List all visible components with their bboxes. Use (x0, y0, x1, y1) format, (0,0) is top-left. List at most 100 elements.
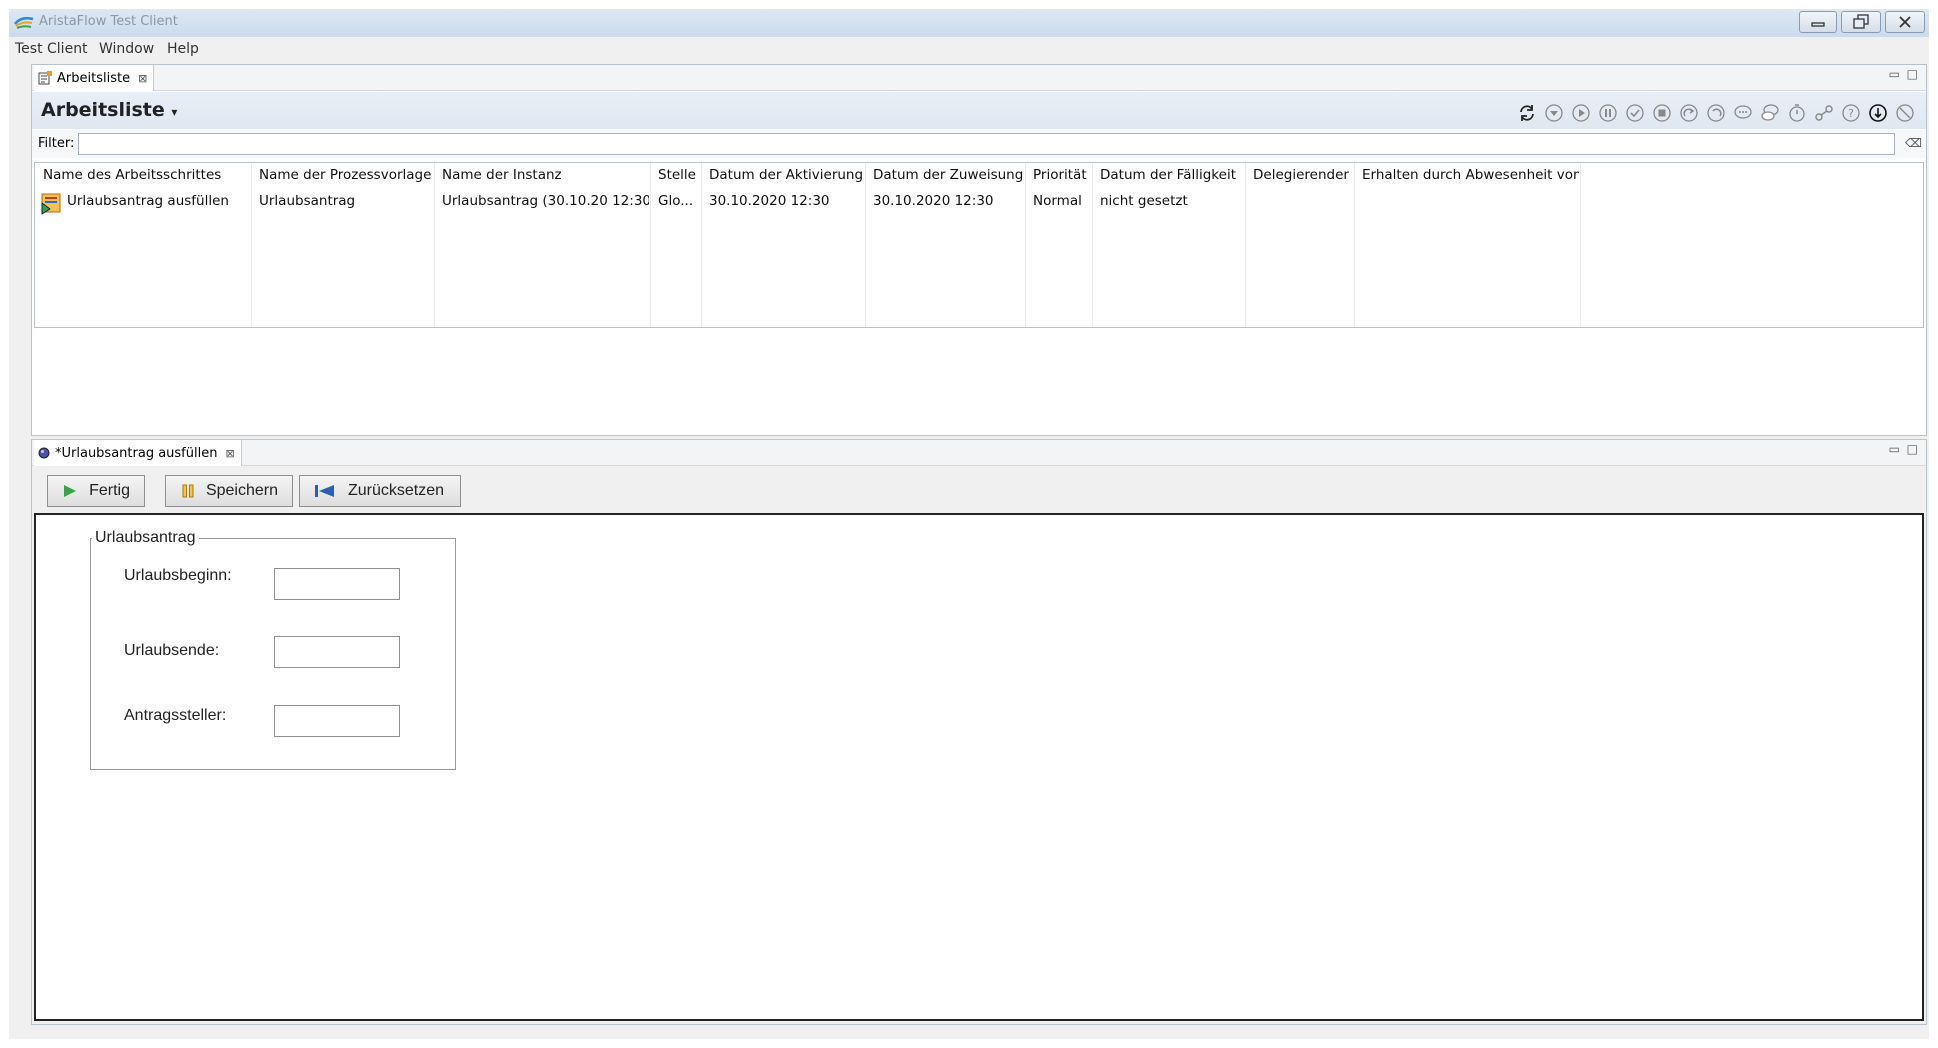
svg-text:?: ? (1848, 107, 1854, 120)
play-circle-icon[interactable] (1570, 102, 1592, 124)
app-window: AristaFlow Test Client Test Client Windo… (9, 9, 1929, 1039)
start-date-field[interactable] (274, 568, 400, 600)
tab-arbeitsliste-label: Arbeitsliste (57, 70, 131, 86)
pause-circle-icon[interactable] (1597, 102, 1619, 124)
column-header[interactable]: Name des Arbeitsschrittes (38, 167, 250, 191)
comment-icon[interactable] (1732, 102, 1754, 124)
redo-circle-icon[interactable] (1678, 102, 1700, 124)
done-button[interactable]: Fertig (47, 475, 145, 507)
cell-position: Glo... (658, 193, 694, 209)
reset-button-label: Zurücksetzen (348, 482, 445, 499)
task-activity-icon (41, 193, 61, 215)
worklist-title[interactable]: Arbeitsliste ▾ (41, 99, 177, 121)
worklist-view: Arbeitsliste ⊠ ▭ □ Arbeitsliste ▾ ? Filt… (31, 64, 1927, 436)
column-divider (1092, 163, 1093, 327)
tab-close-icon[interactable]: ⊠ (225, 447, 234, 460)
stop-circle-icon[interactable] (1651, 102, 1673, 124)
save-button-label: Speichern (205, 482, 278, 499)
worklist-tabbar: Arbeitsliste ⊠ ▭ □ (32, 65, 1926, 91)
column-divider (701, 163, 702, 327)
form-tab-icon (38, 447, 50, 459)
table-row[interactable]: Urlaubsantrag ausfüllen Urlaubsantrag Ur… (35, 191, 1580, 215)
column-header[interactable]: Delegierender (1248, 167, 1354, 191)
cell-assignment-date: 30.10.2020 12:30 (873, 193, 994, 209)
menu-help[interactable]: Help (167, 41, 199, 57)
task-form-view: *Urlaubsantrag ausfüllen ⊠ ▭ □ Fertig Sp… (31, 439, 1927, 1025)
label-applicant: Antragssteller: (124, 707, 227, 724)
restore-icon (1853, 14, 1869, 29)
column-divider (1245, 163, 1246, 327)
column-header[interactable]: Datum der Aktivierung (704, 167, 864, 191)
column-header[interactable]: Datum der Zuweisung (868, 167, 1025, 191)
column-divider (434, 163, 435, 327)
close-icon (1899, 16, 1911, 28)
column-header[interactable]: Name der Instanz (437, 167, 649, 191)
form-area: Urlaubsantrag Urlaubsbeginn: Urlaubsende… (34, 513, 1924, 1021)
column-divider (1025, 163, 1026, 327)
group-title: Urlaubsantrag (92, 529, 199, 547)
title-bar: AristaFlow Test Client (9, 9, 1929, 37)
minimize-button[interactable] (1799, 11, 1837, 33)
worklist-table: Name des Arbeitsschrittes Name der Proze… (34, 162, 1924, 328)
cancel-circle-icon[interactable] (1894, 102, 1916, 124)
filter-label: Filter: (38, 136, 75, 151)
check-circle-icon[interactable] (1624, 102, 1646, 124)
reset-button[interactable]: Zurücksetzen (299, 475, 461, 507)
pause-icon (182, 484, 194, 498)
label-start-date: Urlaubsbeginn: (124, 567, 232, 584)
info-down-icon[interactable] (1867, 102, 1889, 124)
menu-bar: Test Client Window Help (9, 39, 1929, 61)
view-minimize-icon[interactable]: ▭ (1889, 442, 1900, 456)
rewind-icon (315, 485, 334, 497)
menu-window[interactable]: Window (99, 41, 154, 57)
play-icon (64, 485, 76, 497)
done-button-label: Fertig (89, 482, 130, 499)
download-circle-icon[interactable] (1543, 102, 1565, 124)
view-maximize-icon[interactable]: □ (1907, 442, 1918, 456)
window-title: AristaFlow Test Client (39, 14, 178, 29)
column-header[interactable]: Priorität (1028, 167, 1092, 191)
worklist-tab-icon (38, 71, 52, 85)
cell-due-date: nicht gesetzt (1100, 193, 1188, 209)
menu-test-client[interactable]: Test Client (15, 41, 88, 57)
cell-task-name: Urlaubsantrag ausfüllen (67, 193, 229, 209)
filter-input[interactable] (78, 133, 1895, 155)
chevron-down-icon: ▾ (171, 105, 178, 119)
tab-urlaubsantrag-label: *Urlaubsantrag ausfüllen (55, 445, 218, 461)
link-icon[interactable] (1813, 102, 1835, 124)
close-button[interactable] (1885, 11, 1925, 33)
tab-urlaubsantrag[interactable]: *Urlaubsantrag ausfüllen ⊠ (34, 440, 242, 466)
form-group: Urlaubsantrag Urlaubsbeginn: Urlaubsende… (90, 529, 456, 770)
column-divider (1580, 163, 1581, 327)
applicant-field[interactable] (274, 705, 400, 737)
save-button[interactable]: Speichern (165, 475, 293, 507)
help-circle-icon[interactable]: ? (1840, 102, 1862, 124)
clear-filter-icon[interactable]: ⌫ (1905, 136, 1922, 150)
view-maximize-icon[interactable]: □ (1907, 67, 1918, 81)
tab-arbeitsliste[interactable]: Arbeitsliste ⊠ (34, 65, 155, 91)
cell-activation-date: 30.10.2020 12:30 (709, 193, 830, 209)
column-divider (650, 163, 651, 327)
tab-close-icon[interactable]: ⊠ (138, 72, 147, 85)
task-form-tabbar: *Urlaubsantrag ausfüllen ⊠ ▭ □ (32, 440, 1926, 466)
view-minimize-icon[interactable]: ▭ (1889, 67, 1900, 81)
undo-circle-icon[interactable] (1705, 102, 1727, 124)
column-header[interactable]: Erhalten durch Abwesenheit von (1357, 167, 1579, 191)
column-header[interactable]: Stelle (653, 167, 701, 191)
action-toolbar: Fertig Speichern Zurücksetzen (32, 467, 1926, 511)
column-divider (1354, 163, 1355, 327)
cell-delegator (1248, 193, 1354, 215)
refresh-icon[interactable] (1516, 102, 1538, 124)
column-divider (865, 163, 866, 327)
column-header[interactable]: Datum der Fälligkeit (1095, 167, 1245, 191)
restore-button[interactable] (1841, 11, 1881, 33)
column-divider (251, 163, 252, 327)
timer-icon[interactable] (1786, 102, 1808, 124)
worklist-toolbar: ? (1516, 102, 1916, 124)
worklist-header: Arbeitsliste ▾ ? (32, 92, 1926, 129)
cell-process-template: Urlaubsantrag (259, 193, 356, 209)
end-date-field[interactable] (274, 636, 400, 668)
comments-icon[interactable] (1759, 102, 1781, 124)
aristaflow-logo-icon (14, 16, 34, 29)
column-header[interactable]: Name der Prozessvorlage (254, 167, 434, 191)
